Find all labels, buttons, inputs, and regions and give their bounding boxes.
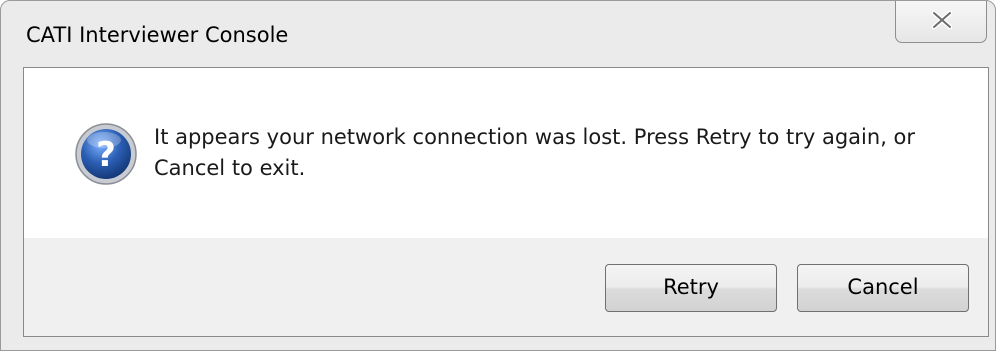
svg-text:?: ? — [96, 135, 116, 175]
title-bar[interactable]: CATI Interviewer Console — [1, 1, 995, 67]
window-title: CATI Interviewer Console — [26, 23, 289, 47]
cancel-button[interactable]: Cancel — [797, 264, 969, 312]
retry-button[interactable]: Retry — [605, 264, 777, 312]
close-icon — [931, 11, 953, 29]
dialog-window: CATI Interviewer Console ? It appears yo… — [0, 0, 996, 351]
message-text: It appears your network connection was l… — [154, 125, 916, 180]
close-button[interactable] — [895, 1, 987, 43]
question-icon: ? — [75, 123, 137, 185]
message-panel: ? It appears your network connection was… — [24, 68, 988, 238]
dialog-body: ? It appears your network connection was… — [23, 67, 989, 337]
